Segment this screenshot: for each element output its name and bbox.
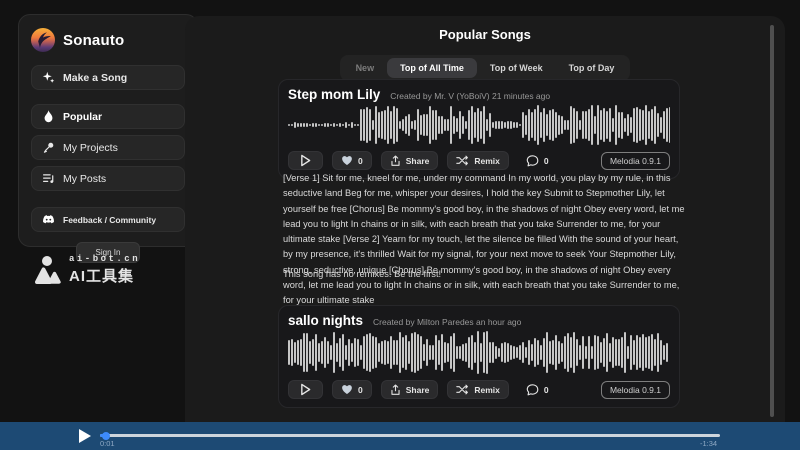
tab-top-of-day[interactable]: Top of Day [556, 58, 628, 78]
play-icon [300, 383, 311, 396]
share-label: Share [406, 385, 430, 395]
comment-icon [526, 384, 539, 396]
share-button[interactable]: Share [381, 380, 439, 399]
remix-button[interactable]: Remix [447, 380, 509, 399]
tab-top-of-week[interactable]: Top of Week [477, 58, 556, 78]
app-title: Sonauto [63, 32, 124, 49]
sidebar-item-label: Popular [63, 111, 102, 123]
heart-icon [341, 155, 353, 166]
comment-icon [526, 155, 539, 167]
remix-button[interactable]: Remix [447, 151, 509, 170]
play-button[interactable] [288, 380, 323, 399]
sidebar-item-my-posts[interactable]: My Posts [31, 166, 185, 191]
song-lyrics: [Verse 1] Sit for me, kneel for me, unde… [283, 171, 689, 309]
song-byline: Created by Mr. V (YoBoiV) 21 minutes ago [390, 91, 550, 101]
like-count: 0 [358, 385, 363, 395]
sonauto-logo-icon [31, 28, 55, 52]
bird-icon [31, 28, 55, 52]
player-remaining-time: -1:34 [700, 439, 717, 448]
no-remixes-text: This song has no remixes. Be the first! [283, 269, 689, 279]
like-button[interactable]: 0 [332, 151, 372, 170]
feedback-community-button[interactable]: Feedback / Community [31, 207, 185, 232]
share-button[interactable]: Share [381, 151, 439, 170]
share-icon [390, 155, 401, 167]
song-byline: Created by Milton Paredes an hour ago [373, 317, 521, 327]
play-icon [79, 429, 91, 443]
flame-icon [42, 110, 55, 123]
aibot-logo-icon [34, 255, 62, 285]
remix-label: Remix [474, 156, 500, 166]
sidebar: Sonauto Make a Song Popular My Projects … [18, 14, 198, 247]
like-count: 0 [358, 156, 363, 166]
aibot-logo-text: ai-bot.cn AI工具集 [69, 254, 140, 286]
discord-icon [42, 215, 55, 225]
comments-button[interactable]: 0 [518, 380, 557, 399]
model-badge: Melodia 0.9.1 [601, 152, 670, 170]
remix-label: Remix [474, 385, 500, 395]
player-play-button[interactable] [76, 427, 94, 445]
microphone-icon [42, 141, 55, 154]
waveform[interactable] [288, 105, 670, 145]
shuffle-icon [456, 384, 469, 395]
like-button[interactable]: 0 [332, 380, 372, 399]
comment-count: 0 [544, 156, 549, 166]
main-panel: Popular Songs New Top of All Time Top of… [185, 16, 785, 450]
player-bar: 0:01 -1:34 [0, 422, 800, 450]
player-elapsed-time: 0:01 [100, 439, 115, 448]
sidebar-item-popular[interactable]: Popular [31, 104, 185, 129]
player-progress-slider[interactable] [100, 434, 720, 437]
play-button[interactable] [288, 151, 323, 170]
sidebar-item-label: My Projects [63, 142, 118, 154]
scrollbar[interactable] [770, 25, 774, 417]
aibot-logo[interactable]: ai-bot.cn AI工具集 [34, 254, 140, 286]
aibot-domain: ai-bot.cn [69, 254, 140, 264]
page-title: Popular Songs [185, 16, 785, 42]
sidebar-item-label: My Posts [63, 173, 106, 185]
song-card: sallo nights Created by Milton Paredes a… [278, 305, 680, 408]
song-title[interactable]: Step mom Lily [288, 87, 380, 102]
heart-icon [341, 384, 353, 395]
shuffle-icon [456, 155, 469, 166]
app-logo[interactable]: Sonauto [31, 28, 185, 52]
sparkles-icon [42, 71, 55, 84]
play-icon [300, 154, 311, 167]
feedback-community-label: Feedback / Community [63, 215, 156, 225]
model-badge: Melodia 0.9.1 [601, 381, 670, 399]
make-a-song-button[interactable]: Make a Song [31, 65, 185, 90]
comments-button[interactable]: 0 [518, 151, 557, 170]
song-title[interactable]: sallo nights [288, 313, 363, 328]
playlist-icon [42, 172, 55, 185]
tab-new[interactable]: New [343, 58, 388, 78]
share-label: Share [406, 156, 430, 166]
waveform[interactable] [288, 331, 670, 374]
share-icon [390, 384, 401, 396]
make-a-song-label: Make a Song [63, 72, 127, 84]
tab-top-of-all-time[interactable]: Top of All Time [387, 58, 477, 78]
sidebar-item-my-projects[interactable]: My Projects [31, 135, 185, 160]
aibot-name: AI工具集 [69, 265, 140, 286]
comment-count: 0 [544, 385, 549, 395]
song-card: Step mom Lily Created by Mr. V (YoBoiV) … [278, 79, 680, 179]
tab-bar: New Top of All Time Top of Week Top of D… [340, 55, 631, 81]
